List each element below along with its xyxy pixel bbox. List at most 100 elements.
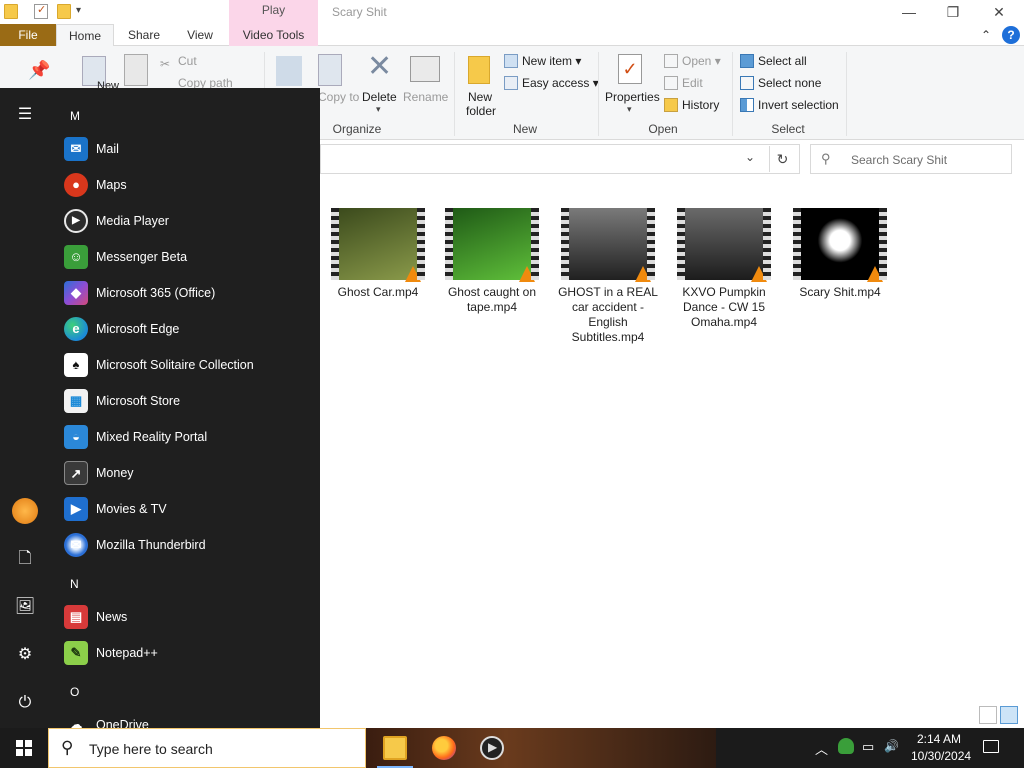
address-history-chevron-icon[interactable]: ⌄ — [745, 150, 755, 164]
clock-time[interactable]: 2:14 AM — [917, 732, 961, 746]
copy-to-icon[interactable] — [318, 54, 342, 86]
power-icon[interactable]: ⏻ — [12, 690, 38, 716]
start-app-maps[interactable]: ● Maps — [50, 167, 320, 203]
app-label: Maps — [96, 178, 127, 192]
select-none-icon — [740, 76, 754, 90]
taskbar-search-placeholder: Type here to search — [89, 741, 213, 757]
show-hidden-icons-chevron-icon[interactable]: ︿ — [815, 739, 828, 758]
start-app-onedrive[interactable]: ☁ OneDrive — [50, 707, 320, 728]
taskbar-media-player[interactable] — [468, 728, 516, 768]
properties-button[interactable]: Properties — [605, 90, 660, 104]
file-item[interactable]: KXVO Pumpkin Dance - CW 15 Omaha.mp4 — [668, 208, 780, 330]
collapse-ribbon-icon[interactable]: ⌃ — [976, 24, 996, 46]
new-item-icon — [504, 54, 518, 68]
new-folder-quick-access-icon[interactable] — [57, 4, 71, 19]
people-icon[interactable] — [838, 738, 854, 754]
start-app-notepad-plus-plus[interactable]: ✎ Notepad++ — [50, 635, 320, 671]
refresh-button[interactable]: ↻ — [769, 146, 795, 172]
start-app-solitaire[interactable]: ♠ Microsoft Solitaire Collection — [50, 347, 320, 383]
documents-icon[interactable]: 🗋 — [12, 546, 38, 572]
letter-header-o[interactable]: O — [70, 685, 79, 699]
open-button[interactable]: Open ▾ — [664, 54, 721, 68]
minimize-button[interactable]: — — [886, 0, 932, 24]
ribbon-separator — [732, 52, 733, 136]
letter-header-n[interactable]: N — [70, 577, 79, 591]
start-app-mixed-reality-portal[interactable]: ◒ Mixed Reality Portal — [50, 419, 320, 455]
file-item[interactable]: Ghost caught on tape.mp4 — [436, 208, 548, 315]
address-bar[interactable] — [320, 144, 800, 174]
select-none-button[interactable]: Select none — [740, 76, 821, 90]
delete-dropdown-icon[interactable]: ▾ — [376, 104, 381, 115]
help-icon[interactable]: ? — [1002, 26, 1020, 44]
vlc-cone-icon — [635, 266, 651, 282]
tab-video-tools[interactable]: Video Tools — [229, 24, 318, 46]
cut-button[interactable]: ✂ Cut — [160, 54, 197, 71]
delete-icon[interactable]: ✕ — [367, 52, 392, 82]
rename-icon[interactable] — [410, 56, 440, 82]
history-button[interactable]: History — [664, 98, 719, 112]
start-rail: ☰ 🗋 🖼 ⚙ ⏻ — [0, 88, 50, 728]
volume-icon[interactable]: 🔊 — [884, 739, 899, 753]
user-avatar[interactable] — [12, 498, 38, 524]
search-icon: ⚲ — [821, 151, 831, 166]
start-app-microsoft-365[interactable]: ◆ Microsoft 365 (Office) — [50, 275, 320, 311]
letter-header-m[interactable]: M — [70, 109, 80, 123]
edit-button[interactable]: Edit — [664, 76, 703, 90]
video-thumbnail — [793, 208, 887, 282]
clock-date[interactable]: 10/30/2024 — [911, 749, 971, 763]
expand-menu-icon[interactable]: ☰ — [12, 102, 38, 128]
easy-access-button[interactable]: Easy access ▾ — [504, 76, 599, 90]
properties-quick-access-icon[interactable] — [34, 3, 48, 19]
start-app-mail[interactable]: ✉ Mail — [50, 131, 320, 167]
details-view-icon[interactable] — [979, 706, 997, 724]
file-item[interactable]: GHOST in a REAL car accident - English S… — [552, 208, 664, 345]
start-app-media-player[interactable]: ▶ Media Player — [50, 203, 320, 239]
file-name: KXVO Pumpkin Dance - CW 15 Omaha.mp4 — [682, 285, 766, 329]
open-label: Open — [682, 54, 712, 68]
app-label: Money — [96, 466, 134, 480]
invert-selection-label: Invert selection — [758, 98, 839, 112]
tab-share[interactable]: Share — [118, 24, 170, 46]
start-app-microsoft-store[interactable]: ▦ Microsoft Store — [50, 383, 320, 419]
restore-button[interactable]: ❐ — [930, 0, 976, 24]
close-button[interactable]: ✕ — [976, 0, 1022, 24]
new-folder-label-line1: New — [467, 90, 492, 104]
taskbar-file-explorer[interactable] — [371, 728, 419, 768]
search-input[interactable]: ⚲ Search Scary Shit — [810, 144, 1012, 174]
tab-home[interactable]: Home — [56, 24, 114, 47]
new-folder-button[interactable]: New folder — [466, 90, 496, 118]
mixed-reality-icon: ◒ — [64, 425, 88, 449]
notifications-icon[interactable] — [978, 736, 1004, 760]
start-button[interactable] — [0, 728, 48, 768]
properties-icon[interactable]: ✓ — [618, 54, 642, 84]
start-app-money[interactable]: ↗ Money — [50, 455, 320, 491]
network-icon[interactable]: ▭ — [862, 739, 874, 755]
customize-quick-access-icon[interactable]: ▾ — [76, 5, 81, 16]
move-to-icon[interactable] — [276, 56, 302, 86]
large-icons-view-icon[interactable] — [1000, 706, 1018, 724]
start-app-movies-tv[interactable]: ▶ Movies & TV — [50, 491, 320, 527]
properties-dropdown-icon[interactable]: ▾ — [627, 104, 632, 115]
taskbar-firefox[interactable] — [420, 728, 468, 768]
file-item[interactable]: Ghost Car.mp4 — [322, 208, 434, 300]
delete-button[interactable]: Delete — [362, 90, 397, 104]
select-all-button[interactable]: Select all — [740, 54, 807, 68]
start-app-microsoft-edge[interactable]: e Microsoft Edge — [50, 311, 320, 347]
invert-selection-button[interactable]: Invert selection — [740, 98, 839, 112]
new-folder-icon[interactable] — [468, 56, 490, 84]
start-app-messenger-beta[interactable]: ☺ Messenger Beta — [50, 239, 320, 275]
pin-icon[interactable]: 📌 — [28, 60, 50, 80]
new-item-button[interactable]: New item ▾ — [504, 54, 581, 68]
copy-to-button[interactable]: Copy to — [318, 90, 359, 104]
start-app-mozilla-thunderbird[interactable]: ✉ Mozilla Thunderbird — [50, 527, 320, 563]
tab-file[interactable]: File — [0, 24, 56, 46]
start-app-news[interactable]: ▤ News — [50, 599, 320, 635]
rename-button[interactable]: Rename — [403, 90, 448, 104]
video-thumbnail — [331, 208, 425, 282]
settings-icon[interactable]: ⚙ — [12, 642, 38, 668]
file-item[interactable]: Scary Shit.mp4 — [784, 208, 896, 300]
paste-icon[interactable] — [124, 54, 148, 86]
tab-view[interactable]: View — [174, 24, 226, 46]
pictures-icon[interactable]: 🖼 — [12, 594, 38, 620]
taskbar-search-box[interactable]: ⚲ Type here to search — [48, 728, 366, 768]
